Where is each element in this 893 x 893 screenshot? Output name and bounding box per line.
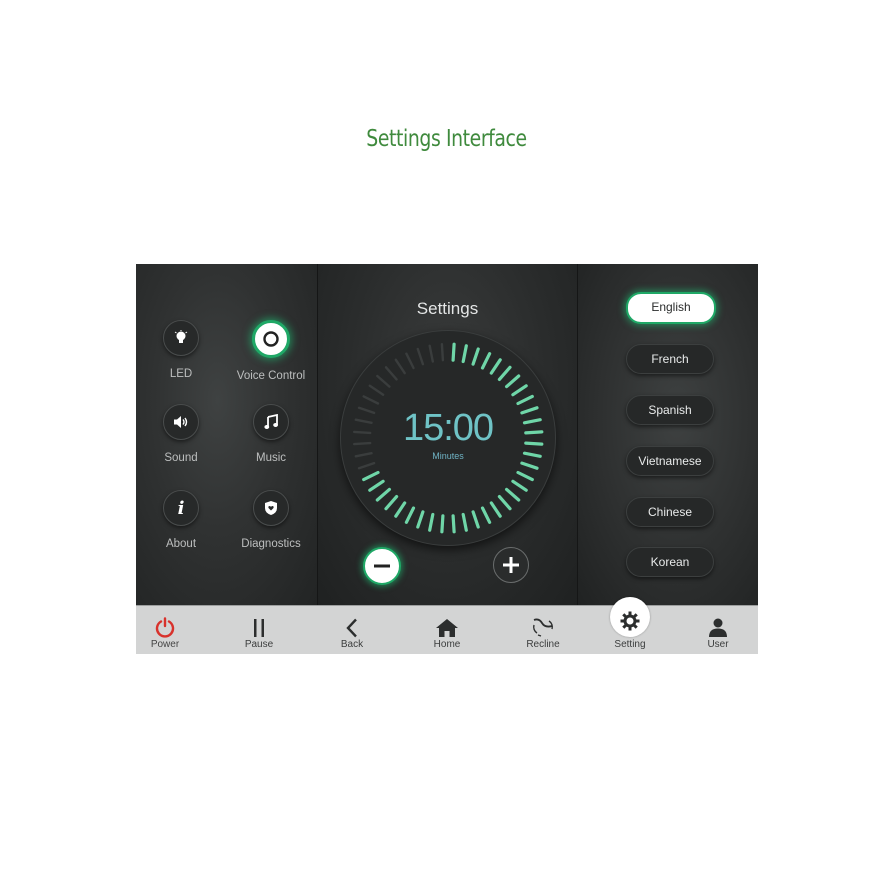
feature-about[interactable]: i About: [136, 490, 226, 550]
dial-tick-dim: [405, 352, 415, 370]
dial-tick-lit: [428, 512, 435, 532]
plus-icon: [503, 557, 519, 573]
dial-tick-lit: [368, 479, 385, 492]
speaker-icon: [163, 404, 199, 440]
minus-icon: [374, 564, 390, 568]
feature-voice-control[interactable]: Voice Control: [226, 320, 316, 382]
dial-tick-lit: [471, 347, 480, 366]
dial-tick-lit: [511, 384, 528, 397]
feature-label: Music: [255, 452, 287, 464]
voice-ring-icon: [252, 320, 290, 358]
dial-tick-lit: [497, 495, 512, 511]
nav-recline[interactable]: Recline: [508, 606, 578, 654]
dial-tick-lit: [489, 358, 502, 375]
dial-tick-lit: [489, 501, 502, 518]
nav-back[interactable]: Back: [317, 606, 387, 654]
feature-label: LED: [169, 368, 193, 380]
dial-tick-dim: [357, 461, 376, 470]
dial-tick-lit: [520, 461, 539, 470]
settings-title: Settings: [416, 299, 479, 318]
home-icon: [412, 612, 482, 638]
dial-tick-lit: [375, 487, 392, 502]
increase-button[interactable]: [493, 547, 529, 583]
nav-home[interactable]: Home: [412, 606, 482, 654]
feature-sound[interactable]: Sound: [136, 404, 226, 464]
language-english-button[interactable]: English: [626, 292, 716, 324]
page-title: Settings Interface: [366, 126, 527, 152]
user-icon: [683, 612, 753, 638]
dial-tick-lit: [516, 394, 534, 406]
nav-label: Recline: [526, 639, 560, 650]
dial-tick-lit: [461, 344, 468, 364]
dial-tick-dim: [416, 347, 425, 366]
dial-tick-lit: [497, 365, 512, 382]
feature-panel: LED Voice Control Sound Music i About Di…: [136, 264, 317, 605]
timer-unit: Minutes: [432, 451, 464, 461]
dial-tick-lit: [461, 512, 468, 532]
music-note-icon: [253, 404, 289, 440]
feature-led[interactable]: LED: [136, 320, 226, 380]
dial-tick-lit: [511, 479, 528, 492]
language-french-button[interactable]: French: [626, 344, 714, 374]
language-vietnamese-button[interactable]: Vietnamese: [626, 446, 714, 476]
language-panel: English French Spanish Vietnamese Chines…: [578, 264, 758, 605]
dial-tick-dim: [376, 374, 391, 388]
timer-dial[interactable]: 15:00 Minutes: [340, 330, 556, 546]
bottom-nav: Power Pause Back Home Recline Setting Us…: [136, 597, 758, 654]
gear-icon: [595, 606, 665, 636]
dial-tick-lit: [480, 506, 492, 524]
chevron-left-icon: [317, 612, 387, 638]
power-icon: [136, 612, 200, 638]
dial-tick-lit: [505, 374, 521, 389]
dial-tick-lit: [384, 495, 399, 511]
dial-tick-lit: [404, 506, 416, 524]
language-spanish-button[interactable]: Spanish: [626, 395, 714, 425]
dial-tick-lit: [362, 470, 380, 482]
dial-tick-lit: [416, 510, 425, 529]
nav-label: Power: [150, 639, 180, 650]
dial-tick-dim: [368, 384, 385, 396]
feature-label: About: [165, 538, 197, 550]
device-screen: LED Voice Control Sound Music i About Di…: [136, 264, 758, 654]
recline-icon: [508, 612, 578, 638]
dial-tick-lit: [451, 342, 456, 362]
nav-setting[interactable]: Setting: [595, 606, 665, 654]
dial-tick-lit: [451, 514, 456, 534]
dial-tick-lit: [516, 470, 534, 482]
nav-user[interactable]: User: [683, 606, 753, 654]
nav-label: Back: [340, 639, 364, 650]
lightbulb-icon: [163, 320, 199, 356]
timer-panel: Settings 15:00 Minutes: [318, 264, 577, 605]
nav-label: Home: [433, 639, 461, 650]
dial-tick-lit: [471, 510, 480, 529]
timer-value: 15:00: [402, 407, 494, 449]
dial-tick-lit: [480, 352, 492, 370]
feature-label: Diagnostics: [241, 538, 301, 550]
dial-tick-lit: [505, 487, 521, 502]
nav-pause[interactable]: Pause: [224, 606, 294, 654]
dial-tick-dim: [362, 395, 380, 405]
language-korean-button[interactable]: Korean: [626, 547, 714, 577]
nav-power[interactable]: Power: [136, 606, 200, 654]
dial-tick-dim: [394, 358, 406, 375]
dial-tick-dim: [384, 366, 398, 381]
nav-label: User: [707, 639, 729, 650]
feature-label: Sound: [164, 452, 198, 464]
feature-label: Voice Control: [236, 370, 306, 382]
dial-tick-dim: [440, 342, 445, 362]
language-chinese-button[interactable]: Chinese: [626, 497, 714, 527]
pause-icon: [224, 612, 294, 638]
info-icon: i: [163, 490, 199, 526]
dial-tick-dim: [428, 344, 435, 363]
dial-tick-lit: [440, 514, 445, 534]
decrease-button[interactable]: [363, 547, 401, 585]
nav-label: Setting: [614, 639, 646, 650]
dial-tick-lit: [394, 501, 407, 518]
nav-label: Pause: [244, 639, 274, 650]
feature-diagnostics[interactable]: Diagnostics: [226, 490, 316, 550]
shield-heart-icon: [253, 490, 289, 526]
feature-music[interactable]: Music: [226, 404, 316, 464]
